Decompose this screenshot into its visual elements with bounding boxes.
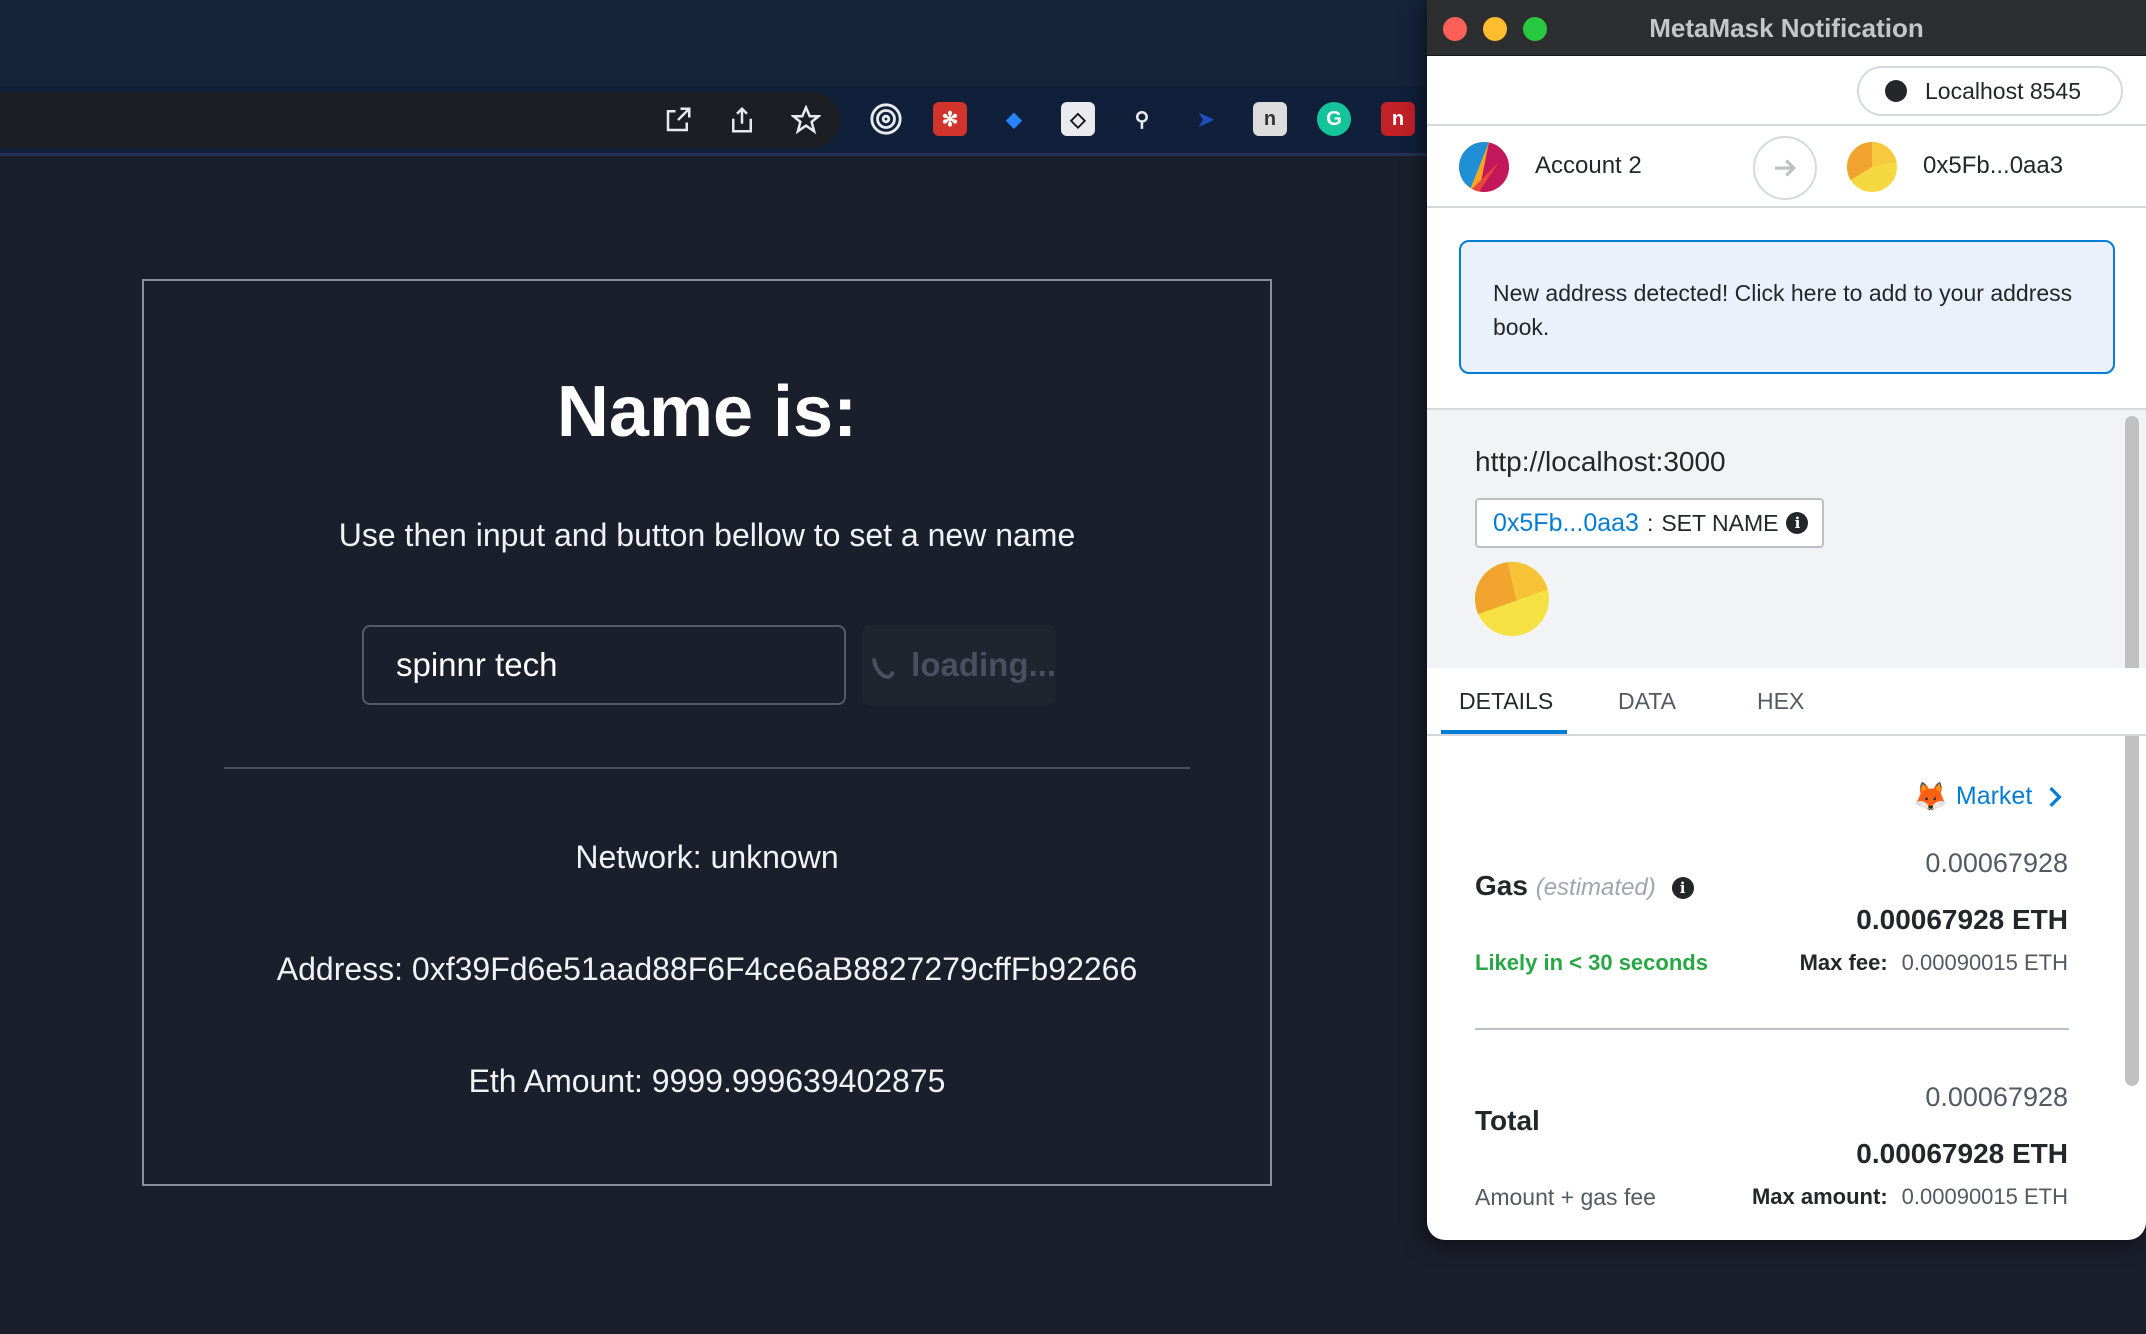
total-value-eth: 0.00067928 ETH — [1856, 1138, 2068, 1169]
method-separator: : — [1646, 509, 1654, 536]
extension-bird-icon[interactable]: ➤ — [1189, 102, 1223, 136]
bookmark-star-icon[interactable] — [786, 100, 826, 140]
extension-diamond-icon[interactable]: ◆ — [997, 102, 1031, 136]
set-name-button[interactable]: loading... — [862, 625, 1056, 705]
chevron-right-icon — [2049, 786, 2063, 807]
total-sub-label: Amount + gas fee — [1475, 1184, 1656, 1210]
gas-info-icon[interactable]: i — [1671, 877, 1694, 899]
name-input[interactable] — [362, 625, 846, 705]
total-label: Total — [1475, 1105, 1540, 1136]
sender-recipient-row: Account 2 0x5Fb...0aa3 — [1427, 124, 2146, 208]
metamask-window: MetaMask Notification Localhost 8545 Acc… — [1427, 0, 2146, 1240]
max-fee-value: 0.00090015 ETH — [1901, 950, 2068, 975]
max-amount-value: 0.00090015 ETH — [1901, 1184, 2068, 1209]
spinner-icon — [867, 647, 900, 683]
extension-code-icon[interactable]: ◇ — [1061, 102, 1095, 136]
account-avatar-icon — [1459, 142, 1509, 192]
recipient-address[interactable]: 0x5Fb...0aa3 — [1923, 152, 2063, 180]
extension-search-icon[interactable]: ⚲ — [1125, 102, 1159, 136]
new-address-notice[interactable]: New address detected! Click here to add … — [1459, 240, 2115, 374]
network-selector[interactable]: Localhost 8545 — [1857, 66, 2123, 116]
info-icon[interactable]: i — [1786, 512, 1809, 534]
eth-amount-text: Eth Amount: 9999.999639402875 — [468, 1063, 946, 1099]
transaction-origin-section: http://localhost:3000 0x5Fb...0aa3 : SET… — [1427, 408, 2146, 668]
market-label: Market — [1955, 782, 2033, 810]
address-text: Address: 0xf39Fd6e51aad88F6F4ce6aB882727… — [276, 951, 1138, 987]
gas-estimated-label: (estimated) — [1535, 874, 1656, 901]
active-tab-indicator — [1441, 730, 1567, 734]
max-amount-label: Max amount: — [1751, 1184, 1888, 1209]
window-title: MetaMask Notification — [1649, 13, 1924, 43]
max-amount-row: Max amount: 0.00090015 ETH — [1752, 1184, 2068, 1210]
divider — [1475, 1028, 2069, 1030]
extension-notion-icon[interactable]: n — [1253, 102, 1287, 136]
gas-value: 0.00067928 — [1925, 848, 2068, 878]
extension-n-icon[interactable]: n — [1381, 102, 1415, 136]
dapp-card: Name is: Use then input and button bello… — [142, 279, 1272, 1186]
max-fee-label: Max fee: — [1799, 950, 1888, 975]
contract-method-pill[interactable]: 0x5Fb...0aa3 : SET NAME i — [1475, 498, 1825, 548]
set-name-button-label: loading... — [911, 646, 1056, 683]
divider — [224, 767, 1190, 769]
contract-avatar-icon — [1475, 562, 1549, 636]
network-label: Localhost 8545 — [1925, 77, 2082, 104]
tab-data[interactable]: DATA — [1618, 688, 1676, 715]
gas-timing: Likely in < 30 seconds — [1475, 950, 1708, 975]
gas-label: Gas — [1475, 870, 1528, 901]
gas-label-row: Gas (estimated) i — [1475, 870, 1694, 902]
extension-target-icon[interactable] — [869, 102, 903, 136]
max-fee-row: Max fee: 0.00090015 ETH — [1800, 950, 2068, 976]
tab-details[interactable]: DETAILS — [1459, 688, 1553, 715]
instructions-text: Use then input and button bellow to set … — [338, 517, 1076, 553]
from-account-name[interactable]: Account 2 — [1535, 152, 1642, 180]
gas-value-eth: 0.00067928 ETH — [1856, 904, 2068, 935]
origin-url: http://localhost:3000 — [1475, 446, 1726, 477]
extension-grammarly-icon[interactable]: G — [1317, 102, 1351, 136]
tab-hex[interactable]: HEX — [1757, 688, 1804, 715]
address-bar[interactable] — [0, 92, 840, 148]
network-dot-icon — [1885, 80, 1907, 102]
extension-react-icon[interactable]: ✻ — [933, 102, 967, 136]
details-tabs: DETAILS DATA HEX — [1427, 668, 2146, 736]
recipient-avatar-icon — [1847, 142, 1897, 192]
gas-market-button[interactable]: 🦊 Market — [1913, 780, 2064, 813]
scrollbar[interactable] — [2125, 416, 2139, 1086]
method-name: SET NAME — [1661, 509, 1779, 536]
network-text: Network: unknown — [575, 839, 839, 875]
fox-icon: 🦊 — [1913, 781, 1948, 812]
share-icon[interactable] — [722, 100, 762, 140]
window-titlebar: MetaMask Notification — [1427, 0, 2146, 56]
page-title: Name is: — [556, 372, 858, 452]
contract-address-link[interactable]: 0x5Fb...0aa3 — [1493, 509, 1639, 538]
total-value: 0.00067928 — [1925, 1082, 2068, 1112]
arrow-right-icon — [1753, 136, 1817, 200]
open-external-icon[interactable] — [658, 100, 698, 140]
